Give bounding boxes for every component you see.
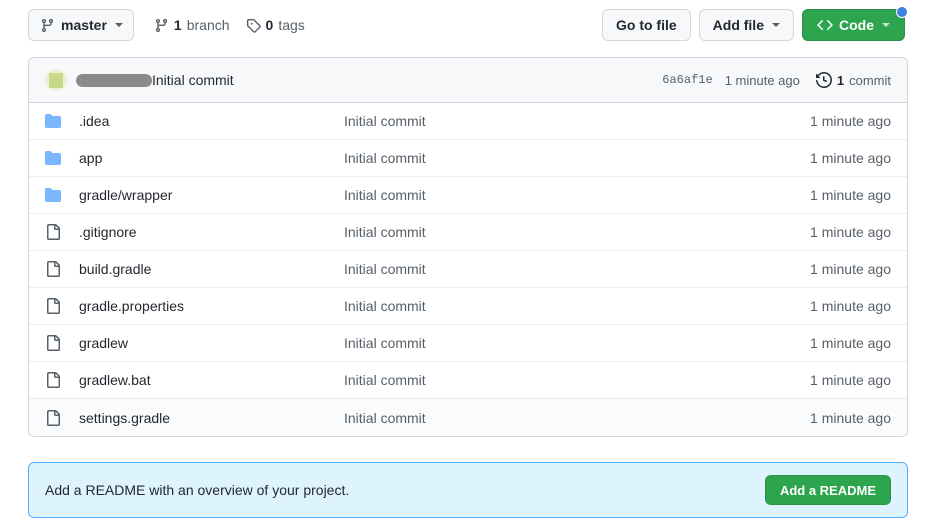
- file-rows: .idea Initial commit 1 minute ago app Initia…: [29, 103, 907, 436]
- go-to-file-label: Go to file: [615, 17, 677, 33]
- file-commit-time: 1 minute ago: [810, 113, 891, 129]
- avatar: [45, 69, 67, 91]
- file-commit-message[interactable]: Initial commit: [344, 372, 810, 388]
- file-icon: [45, 372, 79, 388]
- file-list-container: Initial commit 6a6af1e 1 minute ago 1 co…: [28, 57, 908, 437]
- file-name-link[interactable]: gradle.properties: [79, 298, 344, 314]
- file-commit-time: 1 minute ago: [810, 298, 891, 314]
- file-name-link[interactable]: gradlew.bat: [79, 372, 344, 388]
- table-row[interactable]: gradle.properties Initial commit 1 minute …: [29, 288, 907, 325]
- file-commit-time: 1 minute ago: [810, 335, 891, 351]
- file-commit-time: 1 minute ago: [810, 150, 891, 166]
- notification-dot-badge: [896, 6, 908, 18]
- commit-count-label: commit: [849, 72, 891, 88]
- add-readme-button-label: Add a README: [779, 482, 876, 498]
- file-name-link[interactable]: settings.gradle: [79, 410, 344, 426]
- chevron-down-icon: [772, 23, 780, 27]
- file-commit-time: 1 minute ago: [810, 187, 891, 203]
- file-icon: [45, 224, 79, 240]
- folder-icon: [45, 150, 79, 166]
- chevron-down-icon: [882, 23, 890, 27]
- avatar-glyph-icon: [49, 73, 63, 90]
- file-commit-time: 1 minute ago: [810, 409, 891, 426]
- commit-count-link[interactable]: 1 commit: [815, 72, 891, 88]
- tag-count-value: 0: [265, 17, 274, 33]
- add-readme-banner-text: Add a README with an overview of your pr…: [45, 482, 350, 498]
- chevron-down-icon: [114, 23, 123, 27]
- file-name-link[interactable]: .gitignore: [79, 224, 344, 240]
- file-commit-message[interactable]: Initial commit: [344, 261, 810, 277]
- latest-commit-message[interactable]: Initial commit: [152, 72, 234, 88]
- table-row[interactable]: build.gradle Initial commit 1 minute ago: [29, 251, 907, 288]
- git-branch-icon: [154, 18, 169, 33]
- table-row[interactable]: settings.gradle Initial commit 1 minute ag…: [29, 399, 907, 436]
- code-brackets-icon: [817, 17, 833, 33]
- go-to-file-button[interactable]: Go to file: [601, 9, 691, 41]
- file-icon: [45, 335, 79, 351]
- file-icon: [45, 298, 79, 314]
- repo-meta-group: 1 branch 0 tags: [154, 17, 305, 33]
- commit-relative-time: 1 minute ago: [724, 72, 800, 88]
- table-row[interactable]: gradle/wrapper Initial commit 1 minute ago: [29, 177, 907, 214]
- file-icon: [45, 261, 79, 277]
- add-readme-button[interactable]: Add a README: [764, 475, 891, 505]
- branch-selector-label: master: [61, 17, 107, 33]
- tag-count-label: tags: [278, 17, 305, 33]
- file-commit-time: 1 minute ago: [810, 261, 891, 277]
- folder-icon: [45, 187, 79, 203]
- toolbar-actions: Go to file Add file Code: [601, 6, 908, 41]
- commit-sha[interactable]: 6a6af1e: [662, 73, 712, 87]
- table-row[interactable]: app Initial commit 1 minute ago: [29, 140, 907, 177]
- file-name-link[interactable]: .idea: [79, 113, 344, 129]
- file-commit-message[interactable]: Initial commit: [344, 335, 810, 351]
- table-row[interactable]: .idea Initial commit 1 minute ago: [29, 103, 907, 140]
- commit-count-value: 1: [836, 72, 845, 88]
- add-readme-banner: Add a README with an overview of your pr…: [28, 462, 908, 518]
- latest-commit-meta: 6a6af1e 1 minute ago 1 commit: [662, 72, 891, 88]
- file-name-link[interactable]: app: [79, 150, 344, 166]
- tag-count-link[interactable]: 0 tags: [246, 17, 305, 33]
- code-button[interactable]: Code: [802, 6, 908, 41]
- file-name-link[interactable]: build.gradle: [79, 261, 344, 277]
- add-file-button[interactable]: Add file: [698, 9, 794, 41]
- folder-icon: [45, 113, 79, 129]
- tag-icon: [246, 18, 261, 33]
- file-icon: [45, 409, 79, 426]
- file-commit-time: 1 minute ago: [810, 224, 891, 240]
- repo-toolbar: master 1 branch 0 tags Go to file Add fi…: [0, 0, 933, 50]
- file-commit-message[interactable]: Initial commit: [344, 187, 810, 203]
- file-commit-message[interactable]: Initial commit: [344, 150, 810, 166]
- file-commit-time: 1 minute ago: [810, 372, 891, 388]
- branch-count-link[interactable]: 1 branch: [154, 17, 230, 33]
- add-file-label: Add file: [712, 17, 764, 33]
- code-button-label: Code: [839, 17, 874, 33]
- file-name-link[interactable]: gradle/wrapper: [79, 187, 344, 203]
- author-name-redacted: [76, 73, 152, 87]
- branch-count-label: branch: [186, 17, 230, 33]
- latest-commit-header: Initial commit 6a6af1e 1 minute ago 1 co…: [29, 58, 907, 103]
- table-row[interactable]: gradlew.bat Initial commit 1 minute ago: [29, 362, 907, 399]
- file-commit-message[interactable]: Initial commit: [344, 224, 810, 240]
- file-commit-message[interactable]: Initial commit: [344, 298, 810, 314]
- table-row[interactable]: gradlew Initial commit 1 minute ago: [29, 325, 907, 362]
- file-name-link[interactable]: gradlew: [79, 335, 344, 351]
- table-row[interactable]: .gitignore Initial commit 1 minute ago: [29, 214, 907, 251]
- branch-selector-button[interactable]: master: [28, 9, 134, 41]
- history-clock-icon: [815, 72, 832, 88]
- git-branch-icon: [40, 18, 55, 33]
- branch-count-value: 1: [173, 17, 182, 33]
- repository-file-browser: master 1 branch 0 tags Go to file Add fi…: [0, 0, 933, 527]
- file-commit-message[interactable]: Initial commit: [344, 410, 810, 426]
- file-commit-message[interactable]: Initial commit: [344, 113, 810, 129]
